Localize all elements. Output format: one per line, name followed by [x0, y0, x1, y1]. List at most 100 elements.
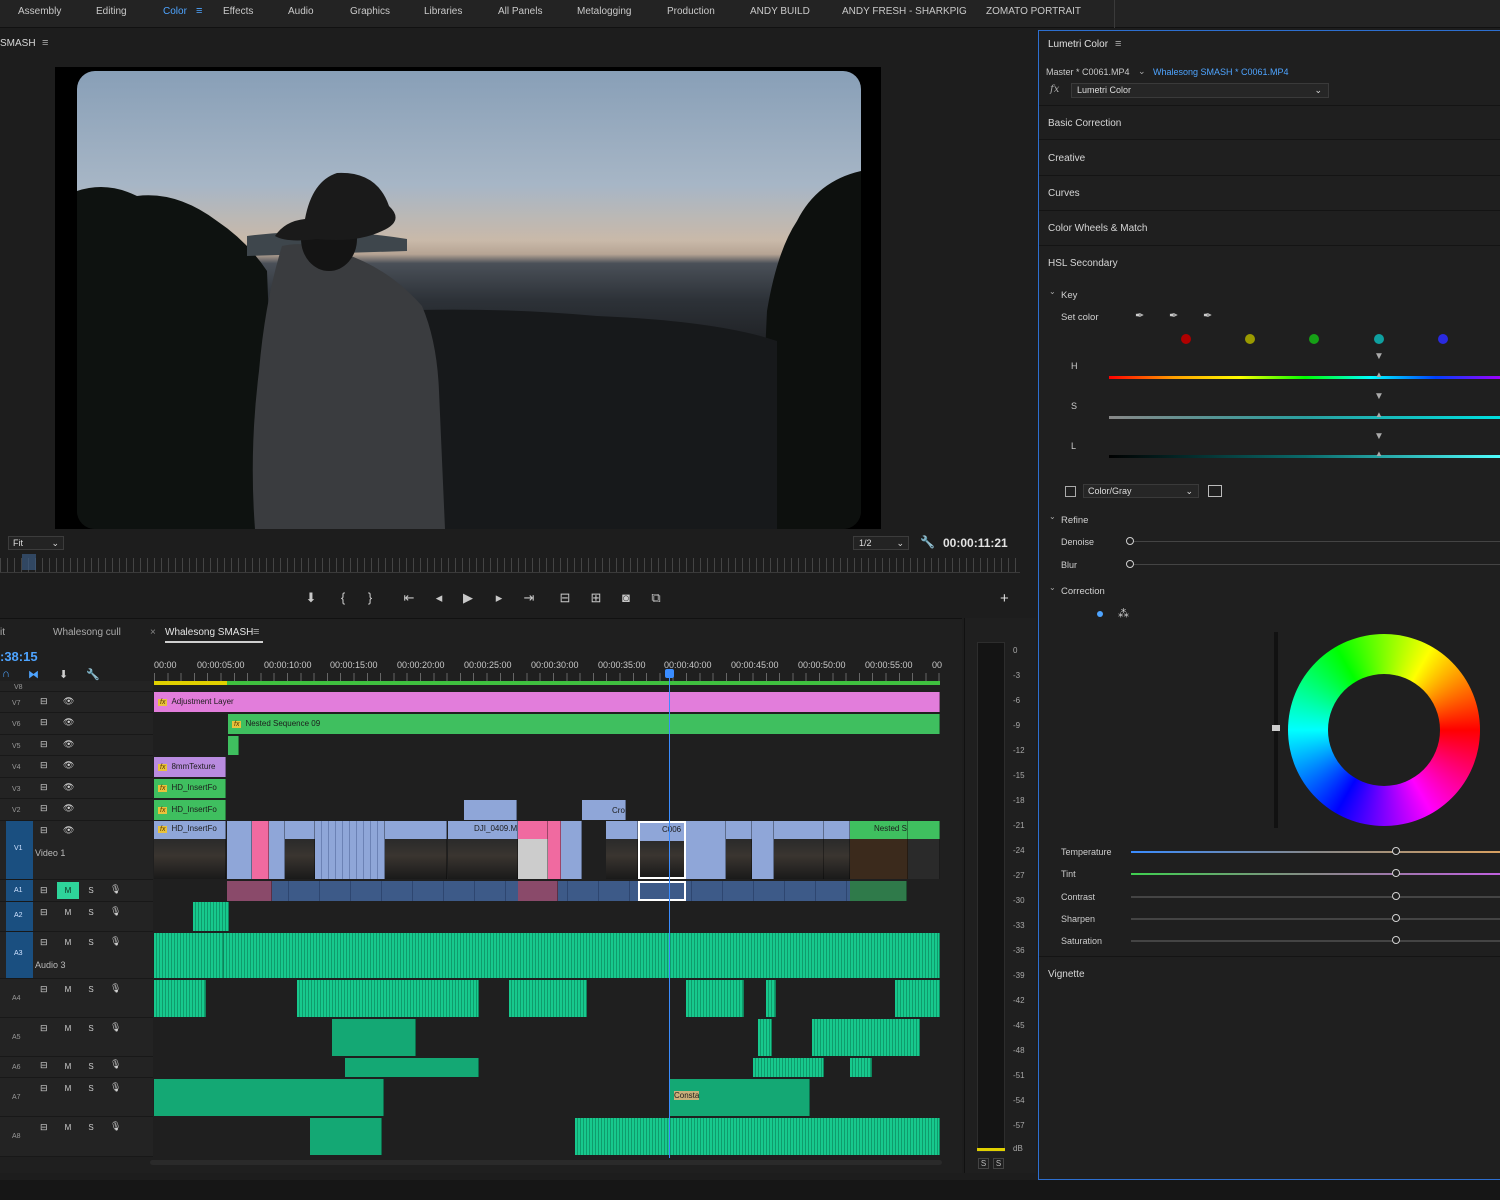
- toggle-sync-lock-icon[interactable]: ⊟: [40, 885, 48, 896]
- program-time-ruler[interactable]: [0, 558, 1020, 572]
- mute-button[interactable]: M: [57, 904, 79, 921]
- toggle-sync-lock-icon[interactable]: ⊟: [40, 937, 48, 948]
- microphone-icon[interactable]: 🎙: [110, 1059, 121, 1070]
- solo-button[interactable]: S: [80, 934, 102, 951]
- denoise-slider-knob[interactable]: [1126, 537, 1134, 545]
- program-timecode[interactable]: 00:00:11:21: [943, 536, 1008, 550]
- a4-audio-clip[interactable]: [686, 980, 744, 1017]
- a2-audio-clip[interactable]: [193, 902, 229, 931]
- toggle-sync-lock-icon[interactable]: ⊟: [40, 1122, 48, 1133]
- workspace-tab-graphics[interactable]: Graphics: [350, 6, 390, 17]
- workspace-tab-production[interactable]: Production: [667, 6, 715, 17]
- eyedropper-add-icon[interactable]: ✒: [1169, 309, 1178, 322]
- invert-mask-icon[interactable]: [1208, 485, 1222, 497]
- v1-clip-pink[interactable]: [518, 821, 548, 879]
- play-icon[interactable]: ▶: [459, 590, 477, 606]
- microphone-icon[interactable]: 🎙: [110, 1121, 121, 1132]
- nested-sequence-clip[interactable]: fx Nested Sequence 09: [228, 714, 940, 734]
- mute-button[interactable]: M: [57, 1020, 79, 1037]
- a1-audio-clip-pink[interactable]: [518, 881, 558, 901]
- v1-clip[interactable]: [908, 821, 940, 879]
- luminance-range-handle[interactable]: ▼: [1373, 431, 1385, 442]
- snap-icon[interactable]: ∩: [2, 668, 10, 680]
- workspace-tab-andy-build[interactable]: ANDY BUILD: [750, 6, 810, 17]
- timeline-playhead[interactable]: [669, 671, 670, 1158]
- section-vignette[interactable]: Vignette: [1039, 956, 1500, 991]
- workspace-tab-all-panels[interactable]: All Panels: [498, 6, 542, 17]
- lift-icon[interactable]: ⊟: [556, 590, 574, 606]
- v1-clip[interactable]: [774, 821, 824, 879]
- workspace-tab-assembly[interactable]: Assembly: [18, 6, 61, 17]
- track-header-a4[interactable]: A4 ⊟ M S 🎙: [0, 979, 153, 1018]
- step-back-icon[interactable]: ◂: [430, 590, 448, 606]
- insert-clip-v2[interactable]: fx HD_InsertFo: [154, 800, 226, 820]
- panel-menu-icon[interactable]: ≡: [42, 37, 48, 49]
- mute-button[interactable]: M: [57, 882, 79, 899]
- a5-audio-clip[interactable]: [812, 1019, 920, 1056]
- mute-button[interactable]: M: [57, 1119, 79, 1136]
- color-swatch-cyan[interactable]: [1374, 334, 1384, 344]
- toggle-sync-lock-icon[interactable]: ⊟: [40, 825, 48, 836]
- v2-clip[interactable]: [464, 800, 517, 820]
- saturation-slider-knob[interactable]: [1392, 936, 1400, 944]
- a1-audio-clip[interactable]: [850, 881, 907, 901]
- v1-clip-nested[interactable]: Nested S: [850, 821, 908, 879]
- v2-clip-cro[interactable]: Cro: [582, 800, 626, 820]
- toggle-sync-lock-icon[interactable]: ⊟: [40, 1023, 48, 1034]
- microphone-icon[interactable]: 🎙: [110, 936, 121, 947]
- solo-right-button[interactable]: S: [993, 1158, 1004, 1169]
- v1-clip-dji[interactable]: DJI_0409.M: [448, 821, 518, 879]
- master-clip-selector[interactable]: Master * C0061.MP4: [1046, 67, 1130, 77]
- linked-selection-icon[interactable]: ⧓: [28, 668, 39, 681]
- track-header-v7[interactable]: V7 ⊟ 👁: [0, 692, 153, 713]
- color-swatch-yellow[interactable]: [1245, 334, 1255, 344]
- timeline-settings-wrench-icon[interactable]: 🔧: [86, 668, 100, 681]
- video-preview[interactable]: [55, 67, 881, 529]
- contrast-slider-track[interactable]: [1131, 896, 1500, 898]
- a4-audio-clip[interactable]: [895, 980, 940, 1017]
- v1-clip[interactable]: [606, 821, 638, 879]
- color-swatch-red[interactable]: [1181, 334, 1191, 344]
- v1-clip-insert[interactable]: fx HD_InsertFo: [154, 821, 226, 879]
- toggle-sync-lock-icon[interactable]: ⊟: [40, 1060, 48, 1071]
- track-header-a2[interactable]: A2 ⊟ M S 🎙: [0, 902, 153, 932]
- track-header-a8[interactable]: A8 ⊟ M S 🎙: [0, 1117, 153, 1157]
- workspace-tab-editing[interactable]: Editing: [96, 6, 127, 17]
- a7-audio-clip[interactable]: [154, 1079, 384, 1116]
- v1-clip[interactable]: [726, 821, 752, 879]
- a3-audio-clip[interactable]: [154, 933, 224, 978]
- eye-icon[interactable]: 👁: [63, 739, 74, 750]
- saturation-range-handle[interactable]: ▼: [1373, 391, 1385, 402]
- v1-clip[interactable]: [561, 821, 582, 879]
- step-forward-icon[interactable]: ▸: [490, 590, 508, 606]
- a4-audio-clip[interactable]: [509, 980, 587, 1017]
- texture-clip[interactable]: fx 8mmTexture: [154, 757, 226, 777]
- toggle-sync-lock-icon[interactable]: ⊟: [40, 1083, 48, 1094]
- sequence-clip-selector[interactable]: Whalesong SMASH * C0061.MP4: [1153, 67, 1289, 77]
- workspace-tab-color[interactable]: Color: [163, 6, 187, 17]
- toggle-sync-lock-icon[interactable]: ⊟: [40, 739, 48, 750]
- source-patch-a1[interactable]: A1: [6, 880, 33, 901]
- solo-button[interactable]: S: [80, 882, 102, 899]
- section-curves[interactable]: Curves: [1039, 176, 1500, 211]
- workspace-tab-libraries[interactable]: Libraries: [424, 6, 462, 17]
- solo-button[interactable]: S: [80, 1119, 102, 1136]
- eyedropper-remove-icon[interactable]: ✒: [1203, 309, 1212, 322]
- a6-audio-clip[interactable]: [753, 1058, 824, 1077]
- track-header-a5[interactable]: A5 ⊟ M S 🎙: [0, 1018, 153, 1057]
- v1-clip-group[interactable]: [315, 821, 385, 879]
- marker-icon[interactable]: ⬇: [302, 590, 320, 606]
- adjustment-layer-clip[interactable]: fx Adjustment Layer: [154, 692, 940, 712]
- microphone-icon[interactable]: 🎙: [110, 906, 121, 917]
- contrast-slider-knob[interactable]: [1392, 892, 1400, 900]
- lumetri-panel-title[interactable]: Lumetri Color: [1048, 39, 1108, 50]
- v1-clip[interactable]: [385, 821, 447, 879]
- v5-clip[interactable]: [228, 736, 239, 755]
- correction-subsection-title[interactable]: Correction: [1061, 586, 1105, 597]
- section-creative[interactable]: Creative: [1039, 141, 1500, 176]
- v1-clip[interactable]: [686, 821, 726, 879]
- track-header-v3[interactable]: V3 ⊟ 👁: [0, 778, 153, 799]
- luminance-range-bar[interactable]: [1109, 455, 1500, 458]
- comparison-view-icon[interactable]: ⧉: [647, 590, 665, 606]
- tint-slider-knob[interactable]: [1392, 869, 1400, 877]
